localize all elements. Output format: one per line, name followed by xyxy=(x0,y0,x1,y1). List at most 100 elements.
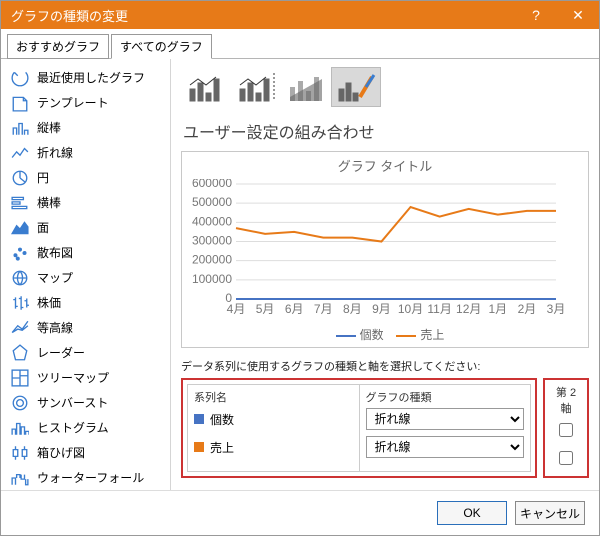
area-chart-icon xyxy=(11,220,29,236)
sidebar-item-histogram[interactable]: ヒストグラム xyxy=(1,415,170,440)
cancel-button[interactable]: キャンセル xyxy=(515,501,585,525)
chart-preview: グラフ タイトル 0100000200000300000400000500000… xyxy=(181,151,589,348)
series-name: 売上 xyxy=(210,439,234,456)
svg-text:11月: 11月 xyxy=(427,302,451,316)
sidebar-item-recent[interactable]: 最近使用したグラフ xyxy=(1,65,170,90)
radar-chart-icon xyxy=(11,345,29,361)
secondary-axis-header: 第 2 軸 xyxy=(549,384,583,416)
series-row: 個数 xyxy=(194,405,353,433)
sidebar-item-label: 折れ線 xyxy=(37,144,73,161)
chart-preview-svg: 01000002000003000004000005000006000004月5… xyxy=(186,179,566,319)
sidebar-item-label: ツリーマップ xyxy=(37,369,109,386)
sidebar-item-column[interactable]: 縦棒 xyxy=(1,115,170,140)
chart-legend: 個数 売上 xyxy=(186,326,584,343)
sidebar-item-label: テンプレート xyxy=(37,94,109,111)
series-color-chip xyxy=(194,414,204,424)
secondary-axis-checkbox-0[interactable] xyxy=(559,423,573,437)
series-name: 個数 xyxy=(210,411,234,428)
sidebar-item-stock[interactable]: 株価 xyxy=(1,290,170,315)
sidebar-item-label: ヒストグラム xyxy=(37,419,109,436)
svg-text:5月: 5月 xyxy=(256,302,275,316)
sidebar-item-radar[interactable]: レーダー xyxy=(1,340,170,365)
close-button[interactable]: ✕ xyxy=(557,1,599,29)
sidebar-item-label: ウォーターフォール xyxy=(37,469,144,486)
series-row: 売上 xyxy=(194,433,353,461)
sidebar-item-label: マップ xyxy=(37,269,73,286)
sidebar-item-line[interactable]: 折れ線 xyxy=(1,140,170,165)
template-icon xyxy=(11,95,29,111)
secondary-axis-checkbox-1[interactable] xyxy=(559,451,573,465)
svg-text:7月: 7月 xyxy=(314,302,333,316)
sidebar-item-label: 等高線 xyxy=(37,319,73,336)
legend-label: 個数 xyxy=(360,328,384,342)
help-button[interactable]: ? xyxy=(515,1,557,29)
change-chart-type-dialog: グラフの種類の変更 ? ✕ おすすめグラフ すべてのグラフ 最近使用したグラフ … xyxy=(0,0,600,536)
ok-button[interactable]: OK xyxy=(437,501,507,525)
svg-text:200000: 200000 xyxy=(192,253,232,267)
sidebar-item-template[interactable]: テンプレート xyxy=(1,90,170,115)
combo-subtype-3[interactable] xyxy=(281,67,331,107)
svg-text:1月: 1月 xyxy=(488,302,507,316)
series-instruction: データ系列に使用するグラフの種類と軸を選択してください: xyxy=(181,358,589,374)
sidebar-item-label: 最近使用したグラフ xyxy=(37,69,145,86)
svg-text:600000: 600000 xyxy=(192,179,232,190)
recent-icon xyxy=(11,70,29,86)
secondary-axis-column: 第 2 軸 xyxy=(543,378,589,478)
svg-text:100000: 100000 xyxy=(192,272,232,286)
section-title: ユーザー設定の組み合わせ xyxy=(183,119,589,143)
main-panel: ユーザー設定の組み合わせ グラフ タイトル 010000020000030000… xyxy=(171,59,599,490)
legend-label: 売上 xyxy=(420,328,444,342)
svg-text:8月: 8月 xyxy=(343,302,362,316)
combo-subtype-1[interactable] xyxy=(181,67,231,107)
legend-swatch-uriage xyxy=(396,335,416,337)
treemap-icon xyxy=(11,370,29,386)
sidebar-item-label: レーダー xyxy=(37,344,85,361)
svg-text:2月: 2月 xyxy=(518,302,537,316)
boxwhisker-icon xyxy=(11,445,29,461)
legend-swatch-kosu xyxy=(336,335,356,337)
sidebar-item-label: サンバースト xyxy=(37,394,108,411)
sidebar-item-boxwhisker[interactable]: 箱ひげ図 xyxy=(1,440,170,465)
sidebar-item-waterfall[interactable]: ウォーターフォール xyxy=(1,465,170,490)
sidebar-item-label: 株価 xyxy=(37,294,61,311)
sidebar-item-sunburst[interactable]: サンバースト xyxy=(1,390,170,415)
line-chart-icon xyxy=(11,145,29,161)
sidebar-item-treemap[interactable]: ツリーマップ xyxy=(1,365,170,390)
sidebar-item-scatter[interactable]: 散布図 xyxy=(1,240,170,265)
tab-recommended[interactable]: おすすめグラフ xyxy=(7,34,109,59)
dialog-footer: OK キャンセル xyxy=(1,490,599,535)
sidebar-item-bar[interactable]: 横棒 xyxy=(1,190,170,215)
svg-text:10月: 10月 xyxy=(398,302,423,316)
sidebar-item-label: 横棒 xyxy=(37,194,61,211)
chart-preview-title: グラフ タイトル xyxy=(186,156,584,175)
tab-all-charts[interactable]: すべてのグラフ xyxy=(111,34,212,59)
combo-subtype-strip xyxy=(181,65,589,109)
sidebar-item-label: 縦棒 xyxy=(37,119,61,136)
sidebar-item-pie[interactable]: 円 xyxy=(1,165,170,190)
chart-type-header: グラフの種類 xyxy=(366,389,525,405)
bar-chart-icon xyxy=(11,195,29,211)
column-chart-icon xyxy=(11,120,29,136)
svg-text:12月: 12月 xyxy=(456,302,481,316)
svg-text:400000: 400000 xyxy=(192,214,232,228)
series-type-select-0[interactable]: 折れ線 xyxy=(366,408,525,430)
sidebar-item-label: 面 xyxy=(37,219,49,236)
sidebar-item-label: 箱ひげ図 xyxy=(37,444,85,461)
sidebar-item-area[interactable]: 面 xyxy=(1,215,170,240)
waterfall-icon xyxy=(11,470,29,486)
tab-strip: おすすめグラフ すべてのグラフ xyxy=(1,29,599,59)
svg-text:300000: 300000 xyxy=(192,234,232,248)
series-type-select-1[interactable]: 折れ線 xyxy=(366,436,525,458)
titlebar: グラフの種類の変更 ? ✕ xyxy=(1,1,599,29)
sidebar-item-surface[interactable]: 等高線 xyxy=(1,315,170,340)
svg-text:3月: 3月 xyxy=(547,302,566,316)
svg-text:6月: 6月 xyxy=(285,302,304,316)
sidebar-item-label: 円 xyxy=(37,169,49,186)
svg-text:9月: 9月 xyxy=(372,302,391,316)
combo-subtype-2[interactable] xyxy=(231,67,281,107)
stock-chart-icon xyxy=(11,295,29,311)
series-config: 系列名 個数 売上 グラフの種類 折れ線 折れ線 第 2 軸 xyxy=(181,378,589,478)
combo-subtype-custom[interactable] xyxy=(331,67,381,107)
histogram-icon xyxy=(11,420,29,436)
sidebar-item-map[interactable]: マップ xyxy=(1,265,170,290)
